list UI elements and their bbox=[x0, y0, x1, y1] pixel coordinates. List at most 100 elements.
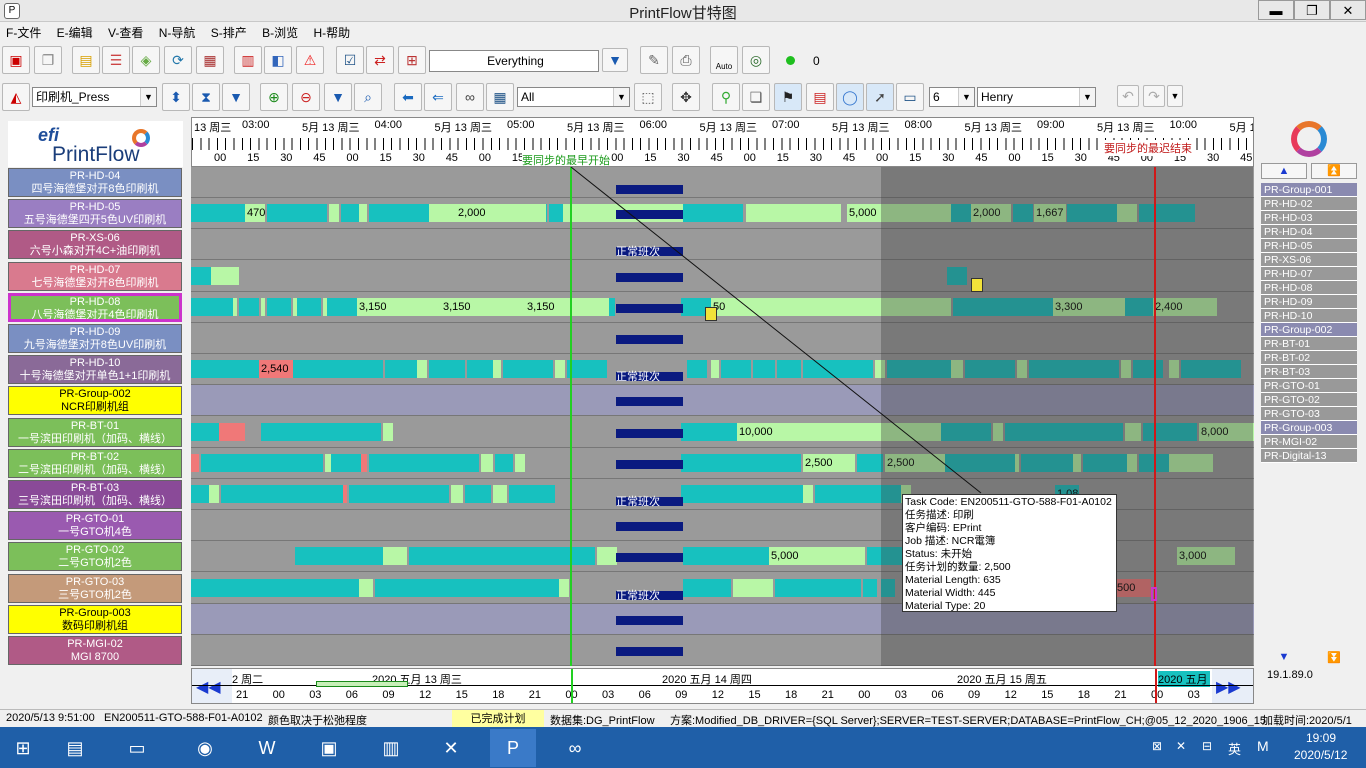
navigator-item[interactable]: PR-HD-03 bbox=[1261, 211, 1357, 225]
speech-bubble-icon[interactable]: ◯ bbox=[836, 83, 864, 111]
app-window-icon[interactable]: ▣ bbox=[306, 729, 352, 767]
press-icon[interactable]: ◭ bbox=[2, 83, 30, 111]
menu-edit[interactable]: E-编辑 bbox=[51, 22, 99, 43]
resource-row[interactable]: PR-HD-08 八号海德堡对开4色印刷机 bbox=[8, 292, 182, 322]
grid-icon[interactable]: ▦ bbox=[486, 83, 514, 111]
swap-icon[interactable]: ⇄ bbox=[366, 46, 394, 74]
checkered-flag-icon[interactable]: ⚑ bbox=[774, 83, 802, 111]
file-explorer-icon[interactable]: ▭ bbox=[114, 729, 160, 767]
menu-help[interactable]: H-帮助 bbox=[307, 22, 356, 43]
book-icon[interactable]: ◧ bbox=[264, 46, 292, 74]
undo-icon[interactable]: ↶ bbox=[1117, 85, 1139, 107]
filter-field[interactable]: Everything bbox=[429, 50, 599, 72]
pin-icon[interactable]: ⚲ bbox=[712, 83, 740, 111]
tools-icon[interactable]: ✕ bbox=[428, 729, 474, 767]
navigator-item[interactable]: PR-Group-003 bbox=[1261, 421, 1357, 435]
zoom-dropdown-icon[interactable]: ▼ bbox=[324, 83, 352, 111]
search-icon[interactable]: ⌕ bbox=[354, 83, 382, 111]
navigator-item[interactable]: PR-BT-03 bbox=[1261, 365, 1357, 379]
menu-navigate[interactable]: N-导航 bbox=[153, 22, 202, 43]
scroll-bottom-icon[interactable]: ⏬ bbox=[1311, 651, 1357, 667]
navigator-item[interactable]: PR-GTO-01 bbox=[1261, 379, 1357, 393]
collapse-vertical-icon[interactable]: ⧗ bbox=[192, 83, 220, 111]
number-select[interactable]: 6 ▼ bbox=[929, 87, 975, 107]
visible-range-handle[interactable] bbox=[316, 681, 408, 687]
resource-row[interactable]: PR-MGI-02 MGI 8700 bbox=[8, 636, 182, 665]
scroll-left-icon[interactable]: ◀◀ bbox=[196, 677, 221, 697]
checklist-icon[interactable]: ☑ bbox=[336, 46, 364, 74]
back-arrow-icon[interactable]: ⬅ bbox=[394, 83, 422, 111]
filter-dropdown-icon[interactable]: ▼ bbox=[602, 48, 628, 72]
binoculars-icon[interactable]: ∞ bbox=[456, 83, 484, 111]
auto-clock-icon[interactable]: Auto bbox=[710, 46, 738, 74]
tray-language[interactable]: 英 bbox=[1228, 739, 1241, 758]
navigator-item[interactable]: PR-Group-002 bbox=[1261, 323, 1357, 337]
navigator-item[interactable]: PR-XS-06 bbox=[1261, 253, 1357, 267]
resource-row[interactable]: PR-HD-10 十号海德堡对开单色1+1印刷机 bbox=[8, 355, 182, 385]
navigator-item[interactable]: PR-HD-05 bbox=[1261, 239, 1357, 253]
press-select[interactable]: 印刷机_Press ▼ bbox=[32, 87, 157, 107]
resource-row[interactable]: PR-GTO-02 二号GTO机2色 bbox=[8, 542, 182, 572]
resource-row[interactable]: PR-XS-06 六号小森对开4C+油印刷机 bbox=[8, 230, 182, 260]
navigator-item[interactable]: PR-GTO-03 bbox=[1261, 407, 1357, 421]
monitor-icon[interactable]: ▭ bbox=[896, 83, 924, 111]
navigator-item[interactable]: PR-HD-08 bbox=[1261, 281, 1357, 295]
navigator-item[interactable]: PR-HD-04 bbox=[1261, 225, 1357, 239]
navigator-item[interactable]: PR-BT-01 bbox=[1261, 337, 1357, 351]
calendar-icon[interactable]: ▦ bbox=[196, 46, 224, 74]
resource-row[interactable]: PR-Group-002 NCR印刷机组 bbox=[8, 386, 182, 416]
navigator-item[interactable]: PR-GTO-02 bbox=[1261, 393, 1357, 407]
scroll-top-icon[interactable]: ⏫ bbox=[1311, 163, 1357, 179]
wrench-icon[interactable]: ✎ bbox=[640, 46, 668, 74]
server-manager-icon[interactable]: ▤ bbox=[52, 729, 98, 767]
scroll-down-icon[interactable]: ▼ bbox=[1261, 651, 1307, 667]
resource-row[interactable]: PR-HD-05 五号海德堡四开5色UV印刷机 bbox=[8, 199, 182, 229]
windows-start-icon[interactable]: ⊞ bbox=[0, 729, 46, 767]
refresh-icon[interactable]: ⟳ bbox=[164, 46, 192, 74]
resource-row[interactable]: PR-HD-04 四号海德堡对开8色印刷机 bbox=[8, 168, 182, 197]
select-area-icon[interactable]: ⬚ bbox=[634, 83, 662, 111]
resource-row[interactable]: PR-BT-03 三号滨田印刷机（加码、横线） bbox=[8, 480, 182, 509]
move-icon[interactable]: ✥ bbox=[672, 83, 700, 111]
link-app-icon[interactable]: ∞ bbox=[552, 729, 598, 767]
zoom-in-icon[interactable]: ⊕ bbox=[260, 83, 288, 111]
chart-icon[interactable]: ▥ bbox=[234, 46, 262, 74]
navigator-item[interactable]: PR-HD-02 bbox=[1261, 197, 1357, 211]
expand-vertical-icon[interactable]: ⬍ bbox=[162, 83, 190, 111]
tray-volume-icon[interactable]: ✕ bbox=[1176, 739, 1186, 753]
goto-time-icon[interactable]: ⇐ bbox=[424, 83, 452, 111]
navigator-item[interactable]: PR-HD-10 bbox=[1261, 309, 1357, 323]
radar-icon[interactable]: ◎ bbox=[742, 46, 770, 74]
tray-usb-icon[interactable]: ⊟ bbox=[1202, 739, 1212, 753]
resource-row[interactable]: PR-GTO-03 三号GTO机2色 bbox=[8, 573, 182, 603]
resource-row[interactable]: PR-BT-01 一号滨田印刷机（加码、横线） bbox=[8, 417, 182, 447]
menu-file[interactable]: F-文件 bbox=[0, 22, 47, 43]
open-folder-icon[interactable]: ▤ bbox=[72, 46, 100, 74]
pages-icon[interactable]: ❏ bbox=[742, 83, 770, 111]
eraser-icon[interactable]: ◈ bbox=[132, 46, 160, 74]
tray-network-icon[interactable]: ⊠ bbox=[1152, 739, 1162, 753]
window-list-icon[interactable]: ▣ bbox=[2, 46, 30, 74]
navigator-item[interactable]: PR-MGI-02 bbox=[1261, 435, 1357, 449]
word-icon[interactable]: W bbox=[244, 729, 290, 767]
down-arrow-icon[interactable]: ▼ bbox=[222, 83, 250, 111]
close-button[interactable]: ✕ bbox=[1330, 0, 1366, 20]
tray-ime[interactable]: M bbox=[1257, 738, 1269, 754]
resource-row[interactable]: PR-BT-02 二号滨田印刷机（加码、横线） bbox=[8, 448, 182, 478]
history-dropdown-icon[interactable]: ▼ bbox=[1167, 85, 1183, 107]
scroll-up-icon[interactable]: ▲ bbox=[1261, 163, 1307, 179]
printflow-taskbar-icon[interactable]: P bbox=[490, 729, 536, 767]
navigator-item[interactable]: PR-HD-09 bbox=[1261, 295, 1357, 309]
maximize-button[interactable]: ❐ bbox=[1294, 0, 1330, 20]
redo-icon[interactable]: ↷ bbox=[1143, 85, 1165, 107]
report-icon[interactable]: ☰ bbox=[102, 46, 130, 74]
resource-row[interactable]: PR-GTO-01 一号GTO机4色 bbox=[8, 511, 182, 541]
note-icon[interactable] bbox=[705, 307, 717, 321]
navigator-item[interactable]: PR-HD-07 bbox=[1261, 267, 1357, 281]
zoom-out-icon[interactable]: ⊖ bbox=[292, 83, 320, 111]
minimize-button[interactable]: ▬ bbox=[1258, 0, 1294, 20]
scroll-right-icon[interactable]: ▶▶ bbox=[1216, 677, 1241, 697]
files-icon[interactable]: ▥ bbox=[368, 729, 414, 767]
warning-icon[interactable]: ⚠ bbox=[296, 46, 324, 74]
note-icon[interactable] bbox=[971, 278, 983, 292]
